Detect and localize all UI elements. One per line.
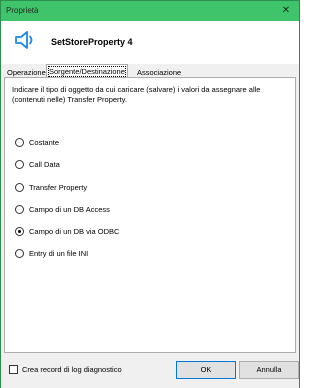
log-checkbox-label[interactable]: Crea record di log diagnostico bbox=[22, 364, 122, 375]
tab-label: Operazione bbox=[7, 68, 46, 77]
cancel-button[interactable]: Annulla bbox=[239, 361, 299, 379]
log-checkbox[interactable] bbox=[9, 365, 18, 374]
speaker-icon bbox=[15, 31, 33, 49]
tab-operazione[interactable]: Operazione bbox=[4, 66, 49, 77]
header-panel: SetStoreProperty 4 bbox=[1, 21, 299, 64]
radio-button-selected[interactable] bbox=[15, 227, 24, 236]
tab-strip: Operazione Sorgente/Destinazione Associa… bbox=[4, 64, 296, 77]
radio-button[interactable] bbox=[15, 138, 24, 147]
tab-sorgente-destinazione[interactable]: Sorgente/Destinazione bbox=[46, 64, 128, 77]
title-bar[interactable]: Proprietà ✕ bbox=[1, 1, 299, 21]
tab-label: Sorgente/Destinazione bbox=[48, 66, 126, 77]
option-label: Entry di un file INI bbox=[29, 249, 89, 258]
option-label: Campo di un DB Access bbox=[29, 205, 110, 214]
radio-button[interactable] bbox=[15, 160, 24, 169]
radio-button[interactable] bbox=[15, 183, 24, 192]
window-title: Proprietà bbox=[6, 6, 39, 15]
properties-dialog: Proprietà ✕ SetStoreProperty 4 Operazion… bbox=[0, 0, 300, 388]
option-label: Costante bbox=[29, 138, 60, 147]
radio-button[interactable] bbox=[15, 205, 24, 214]
close-button[interactable]: ✕ bbox=[275, 2, 297, 19]
tab-label: Associazione bbox=[137, 68, 182, 77]
option-label: Transfer Property bbox=[29, 183, 88, 192]
description-text: Indicare il tipo di oggetto da cui caric… bbox=[12, 85, 261, 104]
object-name: SetStoreProperty 4 bbox=[51, 37, 133, 47]
radio-button[interactable] bbox=[15, 249, 24, 258]
tab-associazione[interactable]: Associazione bbox=[134, 66, 184, 77]
option-label: Call Data bbox=[29, 160, 60, 169]
ok-button[interactable]: OK bbox=[176, 361, 236, 379]
option-label: Campo di un DB via ODBC bbox=[29, 227, 120, 236]
footer-bar: Crea record di log diagnostico OK Annull… bbox=[1, 353, 299, 388]
tab-panel: Indicare il tipo di oggetto da cui caric… bbox=[4, 77, 296, 353]
